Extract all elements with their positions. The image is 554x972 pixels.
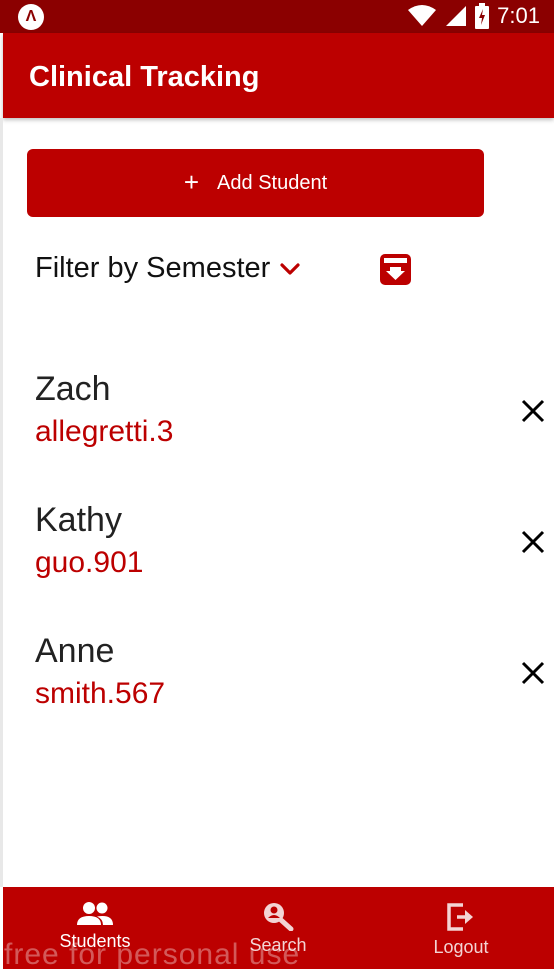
filter-label: Filter by Semester (35, 252, 271, 284)
people-icon (77, 902, 113, 925)
close-icon[interactable] (520, 660, 546, 686)
app-bar: Clinical Tracking (3, 33, 554, 118)
plus-icon: + (183, 166, 200, 197)
student-first-name: Anne (35, 632, 115, 670)
battery-icon (475, 3, 490, 29)
student-first-name: Zach (35, 370, 111, 408)
close-icon[interactable] (520, 398, 546, 424)
close-icon[interactable] (520, 529, 546, 555)
nav-search-label: Search (249, 935, 307, 955)
page-title: Clinical Tracking (29, 61, 260, 93)
person-search-icon (264, 903, 294, 931)
student-list-item[interactable]: Kathy guo.901 (35, 501, 554, 601)
status-time: 7:01 (497, 3, 540, 28)
add-student-button[interactable]: + Add Student (27, 149, 484, 217)
add-student-label: Add Student (217, 171, 328, 194)
status-icons: 7:01 (407, 3, 540, 29)
nav-students[interactable]: Students (3, 887, 187, 969)
student-id: smith.567 (35, 677, 166, 710)
nav-students-label: Students (59, 931, 131, 951)
semester-filter-dropdown[interactable]: Filter by Semester (35, 252, 300, 285)
status-bar: Λ 7:01 (0, 0, 554, 33)
nav-search[interactable]: Search (186, 887, 370, 969)
student-id: allegretti.3 (35, 415, 174, 448)
student-list-item[interactable]: Anne smith.567 (35, 632, 554, 732)
student-list-item[interactable]: Zach allegretti.3 (35, 370, 554, 470)
wifi-icon (408, 5, 437, 26)
app-notification-icon: Λ (18, 4, 44, 30)
student-first-name: Kathy (35, 501, 122, 539)
left-edge (0, 118, 3, 887)
bottom-navigation: Students Search Logout (3, 887, 554, 969)
nav-logout[interactable]: Logout (369, 887, 553, 969)
signal-icon (446, 6, 467, 26)
nav-logout-label: Logout (433, 937, 489, 957)
chevron-down-icon (280, 262, 300, 275)
logout-icon (447, 903, 473, 931)
student-id: guo.901 (35, 546, 144, 579)
archive-icon[interactable] (380, 254, 411, 285)
